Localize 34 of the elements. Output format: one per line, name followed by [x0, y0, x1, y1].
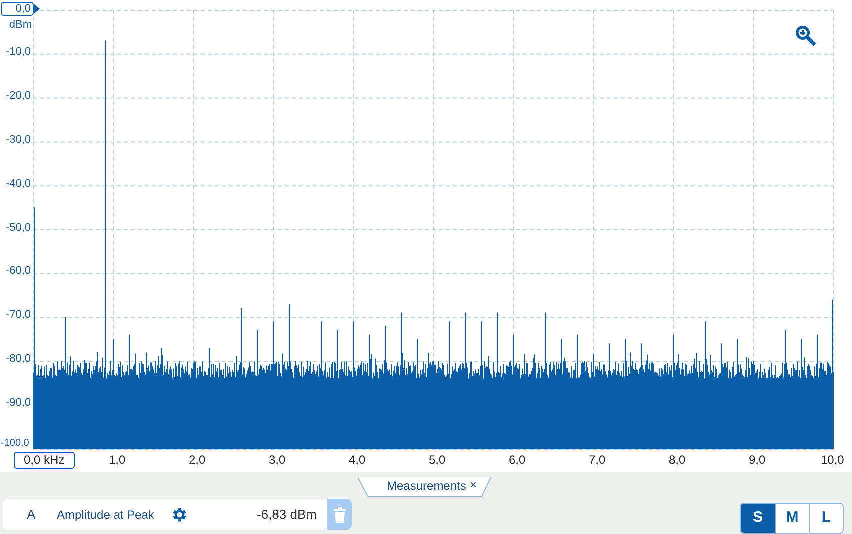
axis-label: -60,0	[4, 265, 31, 278]
axis-label: -10,0	[4, 46, 31, 59]
axis-label: 4,0	[349, 453, 366, 468]
axis-label: -80,0	[4, 353, 31, 366]
axis-label: -30,0	[4, 134, 31, 147]
measurement-name: Amplitude at Peak	[57, 506, 156, 524]
trash-icon	[334, 506, 346, 522]
axis-label: -90,0	[4, 397, 31, 410]
axis-label: -40,0	[4, 178, 31, 191]
axis-label: -20,0	[4, 90, 31, 103]
axis-label: 9,0	[749, 453, 766, 468]
axis-label: 7,0	[589, 453, 606, 468]
axis-label: -50,0	[4, 222, 31, 234]
axis-label: 10,0	[821, 453, 844, 468]
pointer-icon	[34, 4, 40, 14]
measurement-value: -6,83 dBm	[257, 506, 317, 524]
axis-label: 1,0	[109, 453, 126, 468]
axis-label: 5,0	[429, 453, 446, 468]
axis-label: 8,0	[669, 453, 686, 468]
axis-label: 6,0	[509, 453, 526, 468]
axis-label: 2,0	[189, 453, 206, 468]
axis-label: 3,0	[269, 453, 286, 468]
measurement-row[interactable]: A Amplitude at Peak -6,83 dBm	[3, 499, 352, 530]
zoom-icon[interactable]	[794, 24, 818, 48]
axis-label: -70,0	[4, 309, 31, 322]
axis-label: -100,0	[1, 437, 30, 450]
close-button[interactable]: ×	[470, 478, 478, 493]
size-button[interactable]: S	[741, 504, 775, 533]
frequency-start-marker[interactable]: 0,0 kHz	[14, 452, 75, 469]
panel-tab[interactable]: Measurements	[387, 479, 466, 494]
channel-label: A	[27, 506, 37, 524]
reference-level-marker[interactable]: 0,0	[1, 2, 34, 16]
axis-unit: dBm	[8, 19, 32, 32]
size-button[interactable]: L	[809, 504, 843, 533]
